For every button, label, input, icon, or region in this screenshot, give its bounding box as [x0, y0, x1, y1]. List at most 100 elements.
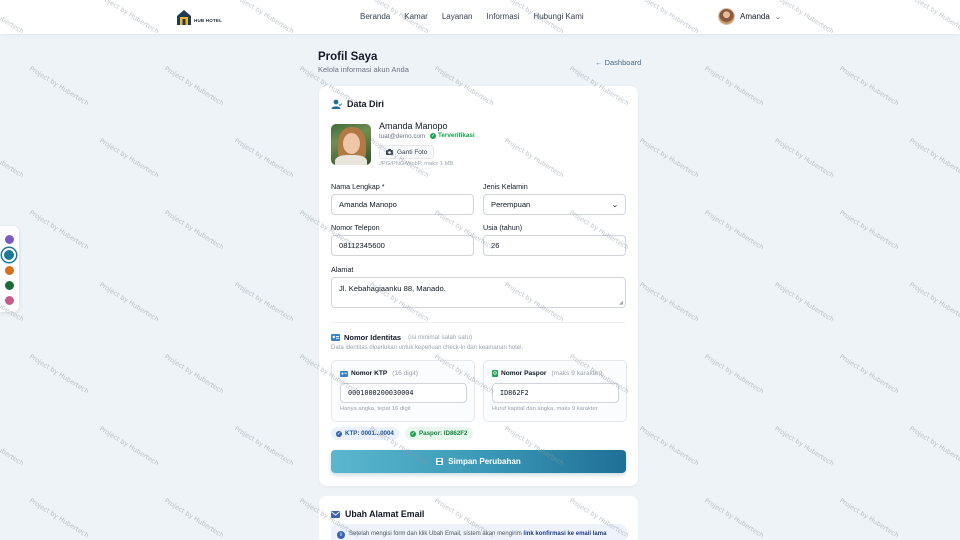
save-button[interactable]: Simpan Perubahan: [331, 450, 626, 473]
dashboard-link-label: Dashboard: [604, 58, 642, 67]
info-icon: i: [337, 531, 345, 539]
nav-link-beranda[interactable]: Beranda: [360, 12, 390, 21]
watermark-text: Project by Hubertech: [98, 424, 161, 468]
passport-label: Nomor Paspor: [501, 370, 547, 377]
ktp-input[interactable]: 0001000200030004: [340, 383, 467, 403]
nav-link-hubungi-kami[interactable]: Hubungi Kami: [533, 12, 583, 21]
ktp-header: Nomor KTP (16 digit): [340, 370, 418, 377]
section-divider: [331, 322, 625, 323]
fullname-label: Nama Lengkap *: [331, 182, 385, 191]
watermark-text: Project by Hubertech: [233, 424, 296, 468]
watermark-text: Project by Hubertech: [163, 496, 226, 540]
personal-section-title: Data Diri: [331, 99, 384, 109]
camera-icon: [386, 149, 393, 155]
watermark-text: Project by Hubertech: [638, 424, 701, 468]
phone-label: Nomor Telepon: [331, 223, 380, 232]
avatar: [718, 8, 735, 25]
change-email-card: Ubah Alamat Email i Setelah mengisi form…: [319, 496, 638, 540]
watermark-text: Project by Hubertech: [703, 64, 766, 108]
identity-title-note: (isi minimal salah satu): [408, 334, 473, 341]
verified-badge: ✓ Terverifikasi: [430, 132, 475, 139]
passport-hint: Huruf kapital dan angka, maks 9 karakter: [492, 406, 598, 412]
watermark-text: Project by Hubertech: [908, 280, 960, 324]
personal-section-label: Data Diri: [347, 99, 385, 109]
watermark-text: Project by Hubertech: [773, 280, 836, 324]
age-input[interactable]: 26: [483, 235, 626, 256]
watermark-text: Project by Hubertech: [98, 136, 161, 180]
theme-swatch-pink[interactable]: [5, 296, 14, 305]
identity-title-label: Nomor Identitas: [344, 333, 402, 342]
ktp-value: 0001000200030004: [348, 389, 414, 397]
hotel-logo-icon: [177, 10, 191, 25]
change-photo-label: Ganti Foto: [397, 148, 428, 156]
navbar: HUB HOTEL Beranda Kamar Layanan Informas…: [0, 0, 960, 34]
resize-grip-icon[interactable]: ◢: [619, 300, 623, 306]
passport-value: ID862F2: [500, 389, 529, 397]
theme-swatch-green[interactable]: [5, 281, 14, 290]
age-value: 26: [491, 241, 500, 250]
nav-link-layanan[interactable]: Layanan: [442, 12, 473, 21]
check-circle-icon: ✓: [410, 430, 416, 437]
watermark-text: Project by Hubertech: [838, 64, 901, 108]
address-label: Alamat: [331, 265, 354, 274]
phone-value: 08112345600: [339, 241, 385, 250]
passport-box: Nomor Paspor (maks 9 karakter) ID862F2 H…: [483, 360, 627, 422]
change-email-label: Ubah Alamat Email: [345, 509, 425, 519]
theme-swatch-orange[interactable]: [5, 266, 14, 275]
watermark-text: Project by Hubertech: [98, 280, 161, 324]
save-icon: [436, 458, 444, 465]
identity-section-title: Nomor Identitas (isi minimal salah satu): [331, 333, 472, 342]
theme-palette: [0, 226, 19, 312]
watermark-text: Project by Hubertech: [703, 208, 766, 252]
watermark-text: Project by Hubertech: [773, 424, 836, 468]
watermark-text: Project by Hubertech: [838, 352, 901, 396]
passport-note: (maks 9 karakter): [551, 370, 603, 377]
profile-email: tuat@demo.com: [379, 133, 426, 140]
nav-link-informasi[interactable]: Informasi: [487, 12, 520, 21]
page-title: Profil Saya: [318, 51, 378, 63]
address-value: Jl. Kebahagiaanku 88, Manado.: [339, 284, 446, 293]
nav-link-kamar[interactable]: Kamar: [404, 12, 428, 21]
address-textarea[interactable]: Jl. Kebahagiaanku 88, Manado. ◢: [331, 277, 626, 308]
verified-label: Terverifikasi: [438, 132, 475, 139]
id-card-icon: [340, 370, 348, 377]
passport-chip-label: Paspor: ID862F2: [419, 430, 468, 437]
change-photo-button[interactable]: Ganti Foto: [379, 145, 435, 159]
fullname-input[interactable]: Amanda Manopo: [331, 194, 474, 215]
watermark-text: Project by Hubertech: [0, 136, 26, 180]
profile-name: Amanda Manopo: [379, 121, 448, 131]
watermark-text: Project by Hubertech: [838, 496, 901, 540]
user-name: Amanda: [740, 12, 770, 21]
watermark-text: Project by Hubertech: [703, 352, 766, 396]
email-notice-bold: link konfirmasi ke email lama: [523, 531, 607, 537]
theme-swatch-purple[interactable]: [5, 235, 14, 244]
age-label: Usia (tahun): [483, 223, 523, 232]
check-circle-icon: ✓: [430, 132, 436, 139]
ktp-chip-label: KTP: 0001...0004: [345, 430, 394, 437]
gender-label: Jenis Kelamin: [483, 182, 528, 191]
profile-card: Data Diri Amanda Manopo tuat@demo.com ✓ …: [319, 86, 638, 486]
change-email-title: Ubah Alamat Email: [331, 509, 424, 519]
watermark-text: Project by Hubertech: [773, 136, 836, 180]
passport-header: Nomor Paspor (maks 9 karakter): [492, 370, 603, 377]
logo-text: HUB HOTEL: [194, 18, 223, 23]
passport-input[interactable]: ID862F2: [492, 383, 619, 403]
email-notice: i Setelah mengisi form dan klik Ubah Ema…: [331, 524, 626, 540]
check-circle-icon: ✓: [336, 430, 342, 437]
ktp-status-badge: ✓ KTP: 0001...0004: [331, 427, 399, 440]
watermark-text: Project by Hubertech: [0, 424, 26, 468]
user-menu[interactable]: Amanda ⌄: [718, 8, 782, 25]
watermark-text: Project by Hubertech: [28, 496, 91, 540]
chevron-down-icon: ⌄: [773, 13, 782, 21]
watermark-text: Project by Hubertech: [838, 208, 901, 252]
watermark-text: Project by Hubertech: [638, 280, 701, 324]
theme-swatch-teal[interactable]: [2, 248, 16, 262]
id-card-icon: [331, 334, 340, 341]
hub-hotel-logo[interactable]: HUB HOTEL: [176, 9, 222, 26]
watermark-text: Project by Hubertech: [638, 136, 701, 180]
ktp-hint: Hanya angka, tepat 16 digit: [340, 406, 411, 412]
dashboard-link[interactable]: ← Dashboard: [595, 58, 641, 67]
watermark-text: Project by Hubertech: [908, 424, 960, 468]
phone-input[interactable]: 08112345600: [331, 235, 474, 256]
gender-select[interactable]: Perempuan ⌄: [483, 194, 626, 215]
